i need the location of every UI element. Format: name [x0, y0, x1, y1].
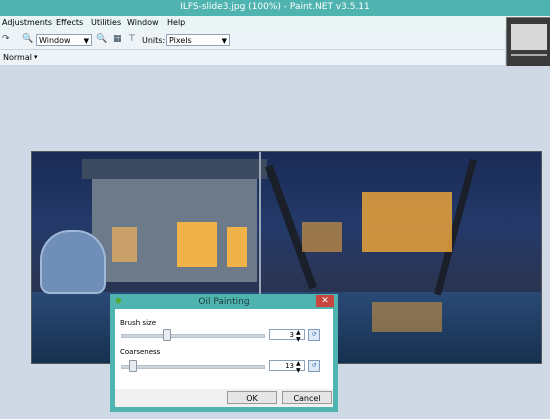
brush-size-value: 3: [289, 331, 294, 339]
menu-utilities[interactable]: Utilities: [91, 18, 121, 27]
spinner-icon[interactable]: ▲ ▼: [296, 360, 301, 374]
redo-icon[interactable]: ↷: [2, 33, 10, 45]
menu-adjustments[interactable]: Adjustments: [2, 18, 52, 27]
house-graphic: [82, 159, 267, 282]
thumbnail-bar: [511, 54, 547, 56]
lit-window: [177, 222, 217, 267]
menu-bar: Adjustments Effects Utilities Window Hel…: [0, 16, 550, 30]
painted-house-glow: [362, 192, 452, 252]
menu-help[interactable]: Help: [167, 18, 185, 27]
coarseness-value: 13: [285, 362, 294, 370]
units-label: Units:: [142, 36, 166, 45]
zoom-out-icon[interactable]: 🔍: [22, 33, 33, 45]
painted-glow: [302, 222, 342, 252]
zoom-select[interactable]: Window ▼: [36, 34, 92, 46]
coarseness-label: Coarseness: [120, 348, 161, 356]
brush-size-slider[interactable]: [163, 329, 171, 341]
blend-mode-select[interactable]: Normal: [3, 53, 32, 62]
close-icon: ✕: [321, 296, 329, 306]
chevron-down-icon: ▼: [221, 37, 227, 45]
reset-icon[interactable]: ↺: [308, 329, 320, 341]
menu-effects[interactable]: Effects: [56, 18, 83, 27]
lit-window: [227, 227, 247, 267]
coarseness-slider[interactable]: [129, 360, 137, 372]
title-bar: ILFS-slide3.jpg (100%) - Paint.NET v3.5.…: [0, 0, 550, 16]
dialog-body: Brush size 3 ▲ ▼ ↺ Coarseness 13 ▲ ▼ ↺: [115, 309, 333, 389]
cancel-button[interactable]: Cancel: [282, 391, 332, 404]
chevron-down-icon[interactable]: ▾: [34, 53, 38, 61]
reset-icon[interactable]: ↺: [308, 360, 320, 372]
dialog-footer: OK Cancel: [115, 389, 333, 407]
window-title: ILFS-slide3.jpg (100%) - Paint.NET v3.5.…: [180, 2, 370, 12]
lounge-chair-graphic: [40, 230, 106, 294]
oil-painting-dialog: ◆ Oil Painting ✕ Brush size 3 ▲ ▼ ↺ Coars…: [110, 294, 338, 412]
roof-graphic: [82, 159, 267, 179]
close-button[interactable]: ✕: [316, 295, 334, 307]
brush-size-label: Brush size: [120, 319, 156, 327]
units-select-value: Pixels: [169, 36, 192, 45]
tool-options-bar: Normal ▾: [0, 50, 505, 66]
spinner-icon[interactable]: ▲ ▼: [296, 329, 301, 343]
menu-window[interactable]: Window: [127, 18, 159, 27]
thumbnail-preview: [511, 24, 547, 50]
dialog-title: Oil Painting: [198, 297, 250, 307]
units-select[interactable]: Pixels ▼: [166, 34, 230, 46]
lit-window: [112, 227, 137, 262]
painted-reflection: [372, 302, 442, 332]
brush-size-track[interactable]: [121, 334, 265, 338]
chevron-down-icon: ▼: [83, 37, 89, 45]
zoom-select-value: Window: [39, 36, 71, 45]
ruler-icon[interactable]: ⊤: [128, 33, 136, 45]
grid-icon[interactable]: ▦: [113, 33, 122, 45]
image-thumbnail[interactable]: [506, 17, 550, 67]
ok-button[interactable]: OK: [227, 391, 277, 404]
coarseness-track[interactable]: [121, 365, 265, 369]
toolbar: ↷ 🔍 Window ▼ 🔍 ▦ ⊤ Units: Pixels ▼: [0, 30, 505, 50]
zoom-in-icon[interactable]: 🔍: [96, 33, 107, 45]
